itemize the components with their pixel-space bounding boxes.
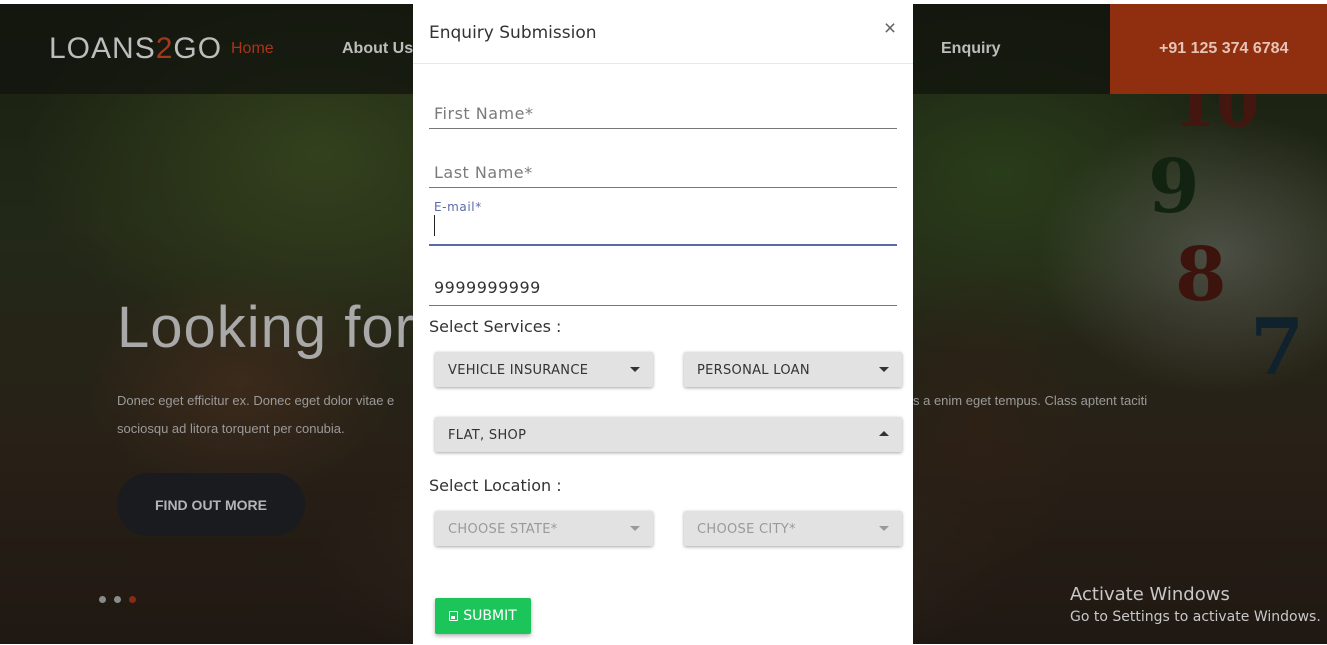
logo-accent: 2	[155, 32, 174, 65]
caret-up-icon	[879, 431, 889, 436]
caret-down-icon	[879, 526, 889, 531]
phone-number: +91 125 374 6784	[1159, 40, 1289, 57]
logo-text: LOANS	[49, 32, 156, 65]
nav-home[interactable]: Home	[231, 40, 274, 58]
service-select-3-value: FLAT, SHOP	[448, 428, 527, 443]
service-select-2-value: PERSONAL LOAN	[697, 363, 810, 378]
hero-heading: Looking for	[117, 295, 415, 360]
state-select-value: CHOOSE STATE*	[448, 522, 558, 537]
text-cursor	[434, 215, 435, 236]
email-underline	[429, 244, 897, 246]
service-select-3[interactable]: FLAT, SHOP	[435, 417, 902, 452]
save-icon	[449, 611, 459, 621]
phone-underline	[429, 305, 897, 306]
caret-down-icon	[879, 367, 889, 372]
close-icon[interactable]: ×	[880, 18, 900, 40]
phone-field	[429, 272, 897, 306]
last-name-field	[429, 159, 897, 188]
find-out-more-button[interactable]: FIND OUT MORE	[117, 473, 305, 536]
email-input[interactable]	[429, 214, 894, 240]
modal-title: Enquiry Submission	[429, 23, 597, 43]
email-label: E-mail*	[434, 200, 482, 214]
caret-down-icon	[630, 367, 640, 372]
city-select[interactable]: CHOOSE CITY*	[684, 511, 902, 546]
service-select-1-value: VEHICLE INSURANCE	[448, 363, 589, 378]
enquiry-modal: Enquiry Submission × E-mail* Select Serv…	[413, 4, 913, 645]
service-select-2[interactable]: PERSONAL LOAN	[684, 352, 902, 387]
select-services-label: Select Services :	[429, 317, 562, 336]
select-location-label: Select Location :	[429, 476, 562, 495]
hero-text-line-1-right: s a enim eget tempus. Class aptent tacit…	[913, 393, 1148, 408]
city-select-value: CHOOSE CITY*	[697, 522, 796, 537]
hero-text-line-2: sociosqu ad litora torquent per conubia.	[117, 421, 345, 436]
submit-button[interactable]: SUBMIT	[435, 598, 531, 634]
windows-activation-title: Activate Windows	[1070, 584, 1230, 605]
state-select[interactable]: CHOOSE STATE*	[435, 511, 653, 546]
phone-box[interactable]: +91 125 374 6784	[1110, 4, 1327, 94]
logo-text-end: GO	[173, 32, 223, 65]
carousel-dot-active[interactable]	[129, 596, 136, 603]
modal-header: Enquiry Submission ×	[413, 4, 913, 64]
carousel-dot[interactable]	[114, 596, 121, 603]
phone-input[interactable]	[429, 274, 894, 300]
windows-activation-subtitle: Go to Settings to activate Windows.	[1070, 609, 1321, 625]
email-field: E-mail*	[429, 200, 897, 246]
submit-label: SUBMIT	[463, 608, 517, 624]
caret-down-icon	[630, 526, 640, 531]
first-name-underline	[429, 128, 897, 129]
last-name-underline	[429, 187, 897, 188]
first-name-input[interactable]	[429, 100, 894, 126]
service-select-1[interactable]: VEHICLE INSURANCE	[435, 352, 653, 387]
hero-text-line-1: Donec eget efficitur ex. Donec eget dolo…	[117, 393, 395, 408]
carousel-dot[interactable]	[99, 596, 106, 603]
nav-enquiry[interactable]: Enquiry	[941, 40, 1001, 58]
site-logo[interactable]: LOANS2GO	[49, 32, 222, 66]
first-name-field	[429, 100, 897, 129]
nav-about[interactable]: About Us	[342, 40, 413, 58]
last-name-input[interactable]	[429, 159, 894, 185]
